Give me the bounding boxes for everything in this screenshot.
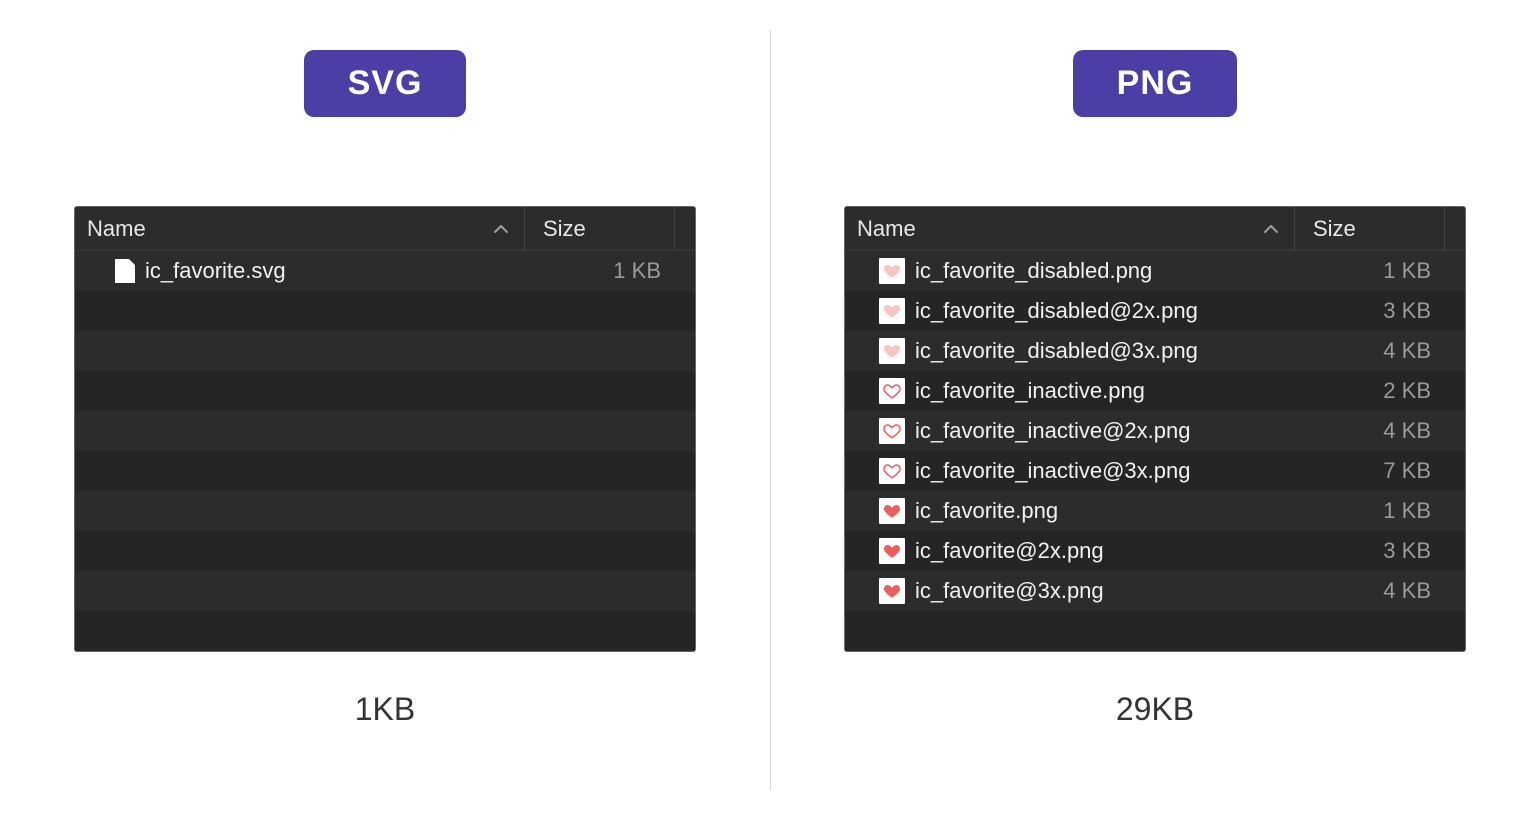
file-size: 4 KB: [1305, 418, 1465, 444]
file-list-header: Name Size: [845, 207, 1465, 251]
sort-chevron-up-icon: [1264, 224, 1278, 234]
column-header-name[interactable]: Name: [75, 207, 525, 250]
file-row-empty: [75, 291, 695, 331]
document-file-icon: [115, 259, 135, 283]
file-icon-cell: [75, 259, 145, 283]
comparison-container: SVG Name Size ic_favorite.svg1 KB 1KB PN…: [0, 0, 1540, 820]
file-rows-right: ic_favorite_disabled.png1 KBic_favorite_…: [845, 251, 1465, 651]
file-row[interactable]: ic_favorite_disabled@2x.png3 KB: [845, 291, 1465, 331]
column-header-size[interactable]: Size: [1295, 207, 1445, 250]
file-row[interactable]: ic_favorite@2x.png3 KB: [845, 531, 1465, 571]
column-header-size-label: Size: [543, 216, 586, 242]
file-row[interactable]: ic_favorite.png1 KB: [845, 491, 1465, 531]
column-header-end: [1445, 207, 1465, 250]
file-icon-cell: [845, 578, 915, 604]
file-row-empty: [75, 611, 695, 651]
svg-badge: SVG: [304, 50, 467, 117]
file-icon-cell: [845, 538, 915, 564]
file-rows-left: ic_favorite.svg1 KB: [75, 251, 695, 651]
file-row[interactable]: ic_favorite_inactive@2x.png4 KB: [845, 411, 1465, 451]
file-row[interactable]: ic_favorite@3x.png4 KB: [845, 571, 1465, 611]
png-badge: PNG: [1073, 50, 1238, 117]
file-size: 3 KB: [1305, 298, 1465, 324]
file-name: ic_favorite@3x.png: [915, 578, 1305, 604]
file-icon-cell: [845, 498, 915, 524]
right-panel: PNG Name Size ic_favorite_disabled.png1 …: [770, 0, 1540, 820]
heart-light-icon: [879, 298, 905, 324]
file-icon-cell: [845, 378, 915, 404]
file-row-empty: [75, 531, 695, 571]
file-row-empty: [75, 491, 695, 531]
heart-outline-icon: [879, 378, 905, 404]
column-header-size-label: Size: [1313, 216, 1356, 242]
file-row-empty: [75, 371, 695, 411]
file-row[interactable]: ic_favorite_inactive.png2 KB: [845, 371, 1465, 411]
column-header-end: [675, 207, 695, 250]
heart-light-icon: [879, 258, 905, 284]
svg-total-size: 1KB: [355, 691, 415, 728]
sort-chevron-up-icon: [494, 224, 508, 234]
file-size: 4 KB: [1305, 578, 1465, 604]
file-size: 1 KB: [1305, 498, 1465, 524]
heart-outline-icon: [879, 418, 905, 444]
heart-solid-icon: [879, 498, 905, 524]
file-size: 7 KB: [1305, 458, 1465, 484]
file-name: ic_favorite@2x.png: [915, 538, 1305, 564]
file-size: 1 KB: [1305, 258, 1465, 284]
file-name: ic_favorite_disabled@3x.png: [915, 338, 1305, 364]
file-row-empty: [75, 411, 695, 451]
left-panel: SVG Name Size ic_favorite.svg1 KB 1KB: [0, 0, 770, 820]
column-header-name-label: Name: [857, 216, 916, 242]
file-row-empty: [75, 571, 695, 611]
column-header-size[interactable]: Size: [525, 207, 675, 250]
png-total-size: 29KB: [1116, 691, 1194, 728]
file-icon-cell: [845, 418, 915, 444]
file-name: ic_favorite.png: [915, 498, 1305, 524]
file-row[interactable]: ic_favorite_disabled.png1 KB: [845, 251, 1465, 291]
column-header-name[interactable]: Name: [845, 207, 1295, 250]
file-name: ic_favorite_inactive@3x.png: [915, 458, 1305, 484]
png-file-list: Name Size ic_favorite_disabled.png1 KBic…: [845, 207, 1465, 651]
heart-light-icon: [879, 338, 905, 364]
file-row-empty: [75, 451, 695, 491]
file-size: 4 KB: [1305, 338, 1465, 364]
file-size: 1 KB: [535, 258, 695, 284]
file-icon-cell: [845, 458, 915, 484]
file-icon-cell: [845, 258, 915, 284]
file-icon-cell: [845, 338, 915, 364]
file-name: ic_favorite_disabled@2x.png: [915, 298, 1305, 324]
file-row[interactable]: ic_favorite.svg1 KB: [75, 251, 695, 291]
file-list-header: Name Size: [75, 207, 695, 251]
heart-solid-icon: [879, 538, 905, 564]
file-name: ic_favorite_disabled.png: [915, 258, 1305, 284]
file-icon-cell: [845, 298, 915, 324]
file-row[interactable]: ic_favorite_disabled@3x.png4 KB: [845, 331, 1465, 371]
file-size: 2 KB: [1305, 378, 1465, 404]
file-name: ic_favorite_inactive@2x.png: [915, 418, 1305, 444]
file-name: ic_favorite.svg: [145, 258, 535, 284]
vertical-divider: [770, 30, 771, 790]
file-row-empty: [75, 331, 695, 371]
file-name: ic_favorite_inactive.png: [915, 378, 1305, 404]
heart-solid-icon: [879, 578, 905, 604]
column-header-name-label: Name: [87, 216, 146, 242]
heart-outline-icon: [879, 458, 905, 484]
file-row-empty: [845, 611, 1465, 651]
file-row[interactable]: ic_favorite_inactive@3x.png7 KB: [845, 451, 1465, 491]
file-size: 3 KB: [1305, 538, 1465, 564]
svg-file-list: Name Size ic_favorite.svg1 KB: [75, 207, 695, 651]
